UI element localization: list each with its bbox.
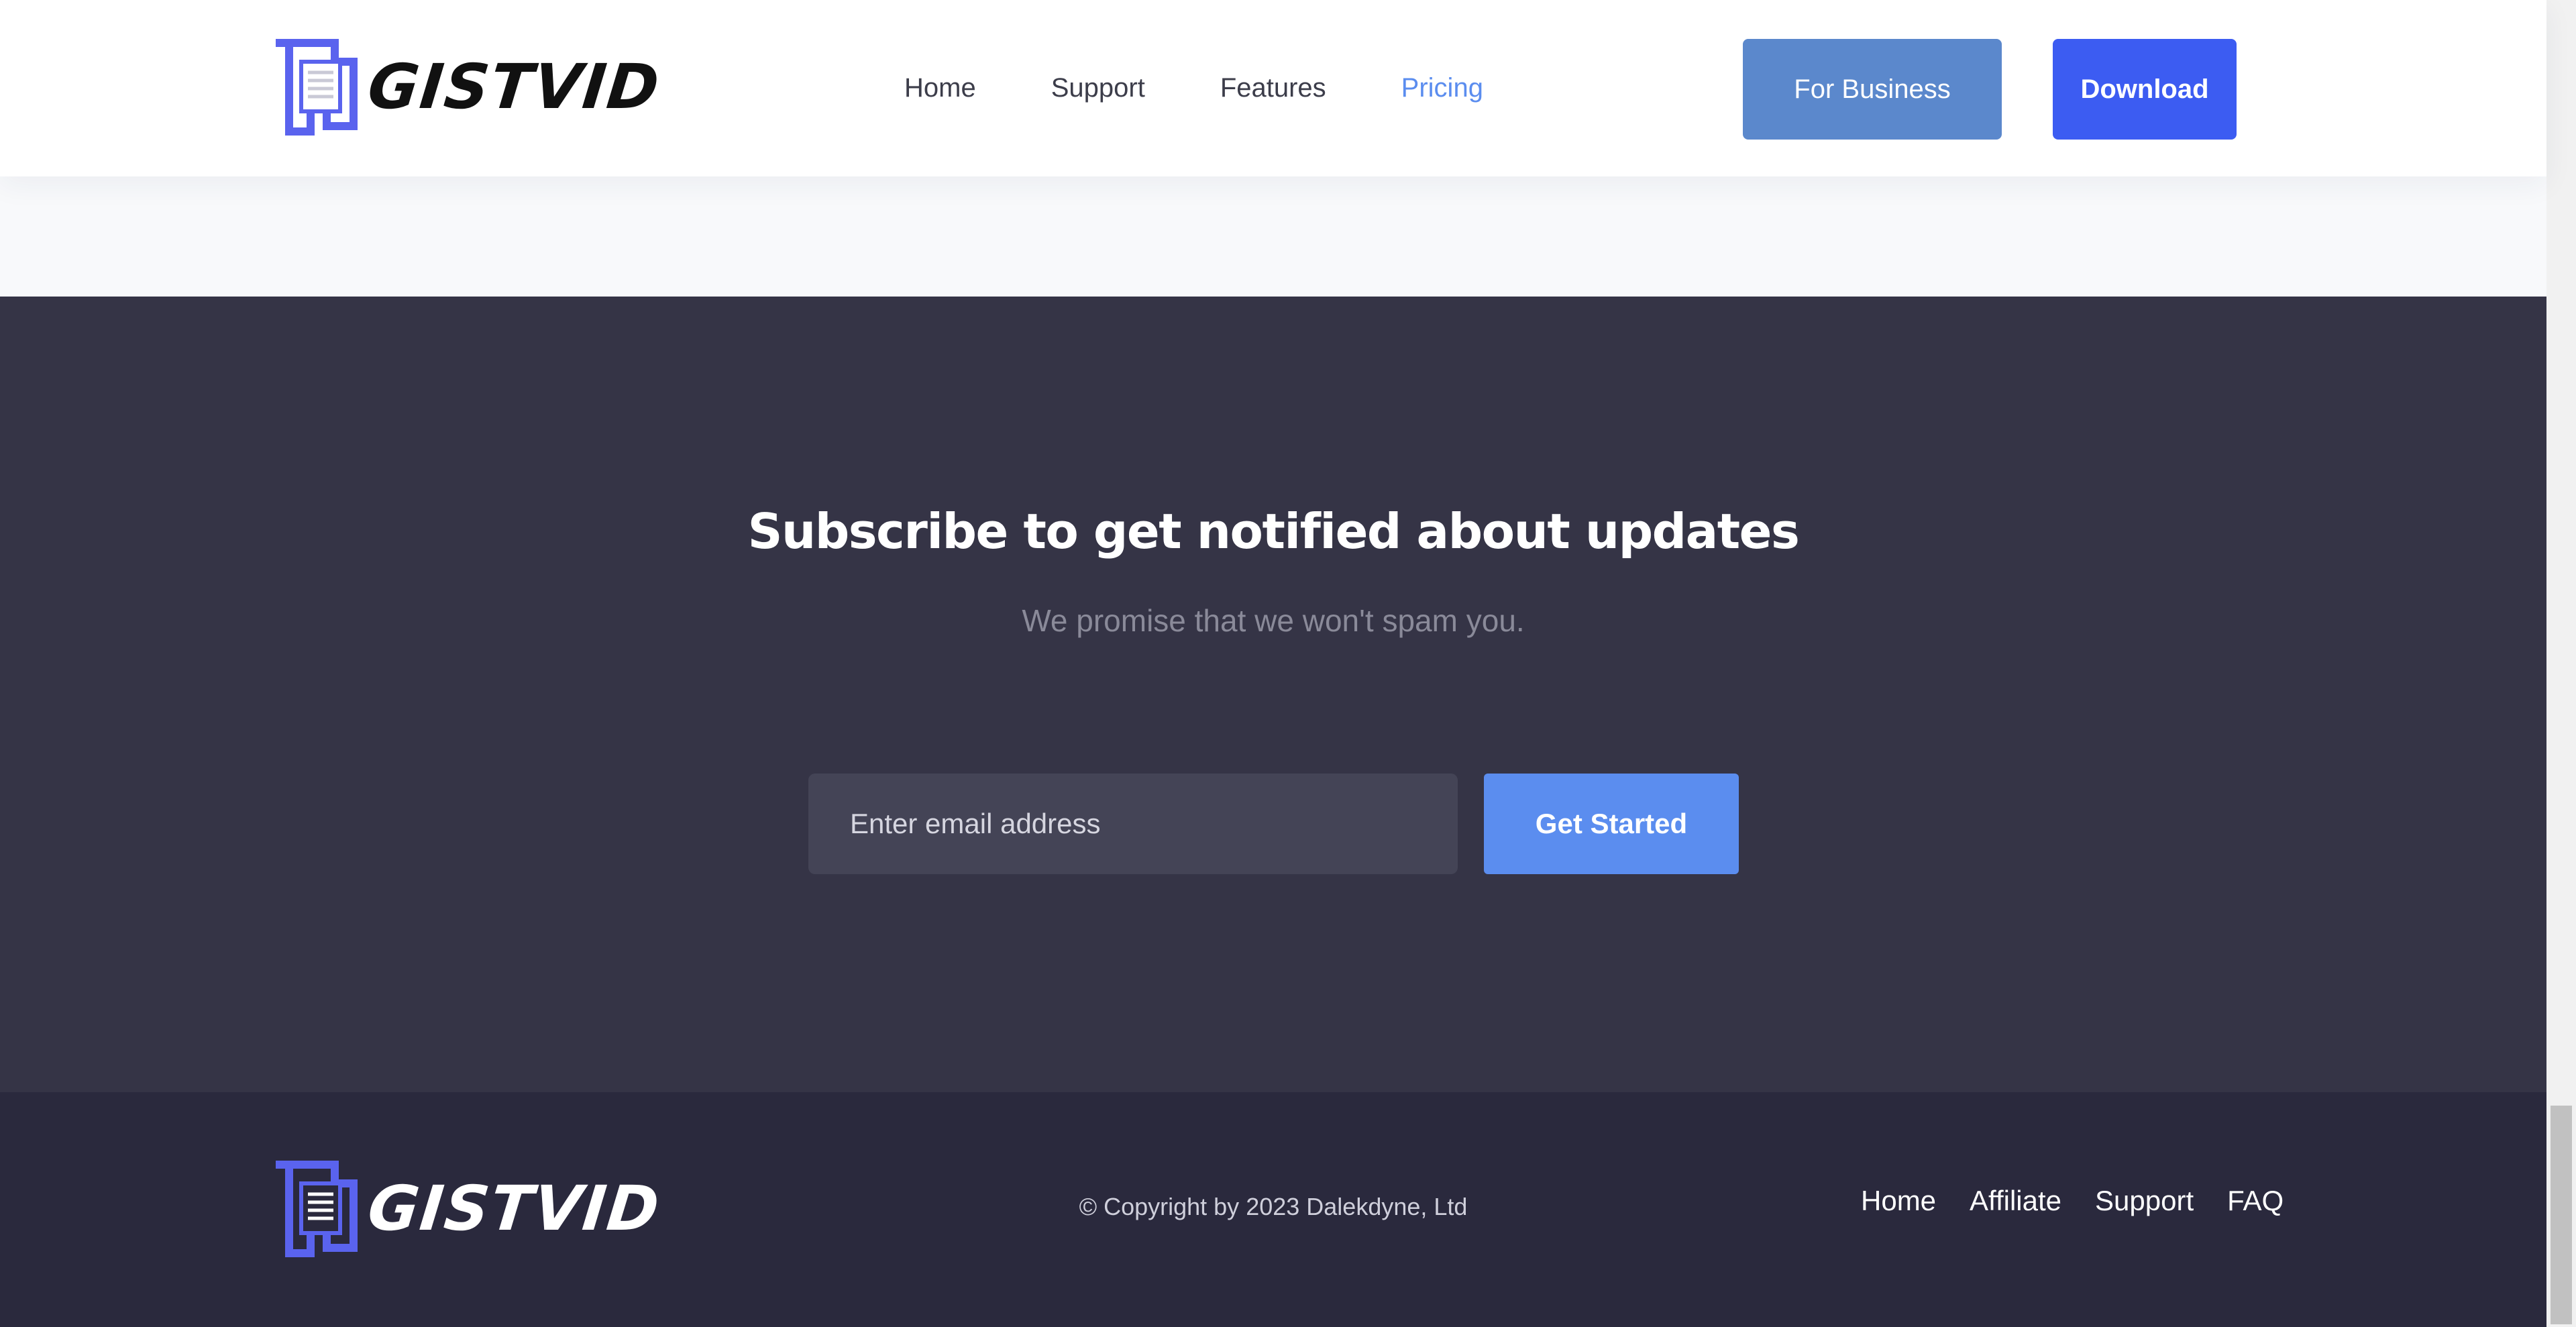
subscribe-subtitle: We promise that we won't spam you. <box>1022 603 1525 638</box>
footer-link-home[interactable]: Home <box>1861 1185 1936 1217</box>
brand-name: GISTVID <box>364 51 664 123</box>
nav-home[interactable]: Home <box>904 73 976 103</box>
scrollbar-thumb[interactable] <box>2551 1106 2572 1324</box>
footer-link-affiliate[interactable]: Affiliate <box>1970 1185 2061 1217</box>
for-business-button[interactable]: For Business <box>1743 39 2002 140</box>
nav-support[interactable]: Support <box>1051 73 1145 103</box>
email-input[interactable] <box>808 774 1458 874</box>
subscribe-title: Subscribe to get notified about updates <box>747 503 1800 560</box>
subscribe-section: Subscribe to get notified about updates … <box>0 297 2546 1092</box>
header-logo[interactable]: GISTVID <box>270 38 664 137</box>
download-button[interactable]: Download <box>2053 39 2237 140</box>
footer-link-faq[interactable]: FAQ <box>2227 1185 2284 1217</box>
nav-pricing[interactable]: Pricing <box>1401 73 1483 103</box>
page: GISTVID Home Support Features Pricing Fo… <box>0 0 2546 1327</box>
main-nav: Home Support Features Pricing <box>904 0 1558 176</box>
footer-link-support[interactable]: Support <box>2095 1185 2194 1217</box>
document-logo-icon <box>276 39 358 136</box>
get-started-button[interactable]: Get Started <box>1484 774 1739 874</box>
vertical-scrollbar[interactable] <box>2546 0 2576 1327</box>
site-footer: GISTVID © Copyright by 2023 Dalekdyne, L… <box>0 1092 2546 1327</box>
site-header: GISTVID Home Support Features Pricing Fo… <box>0 0 2546 176</box>
nav-features[interactable]: Features <box>1220 73 1326 103</box>
footer-nav: Home Affiliate Support FAQ <box>1861 1185 2317 1217</box>
